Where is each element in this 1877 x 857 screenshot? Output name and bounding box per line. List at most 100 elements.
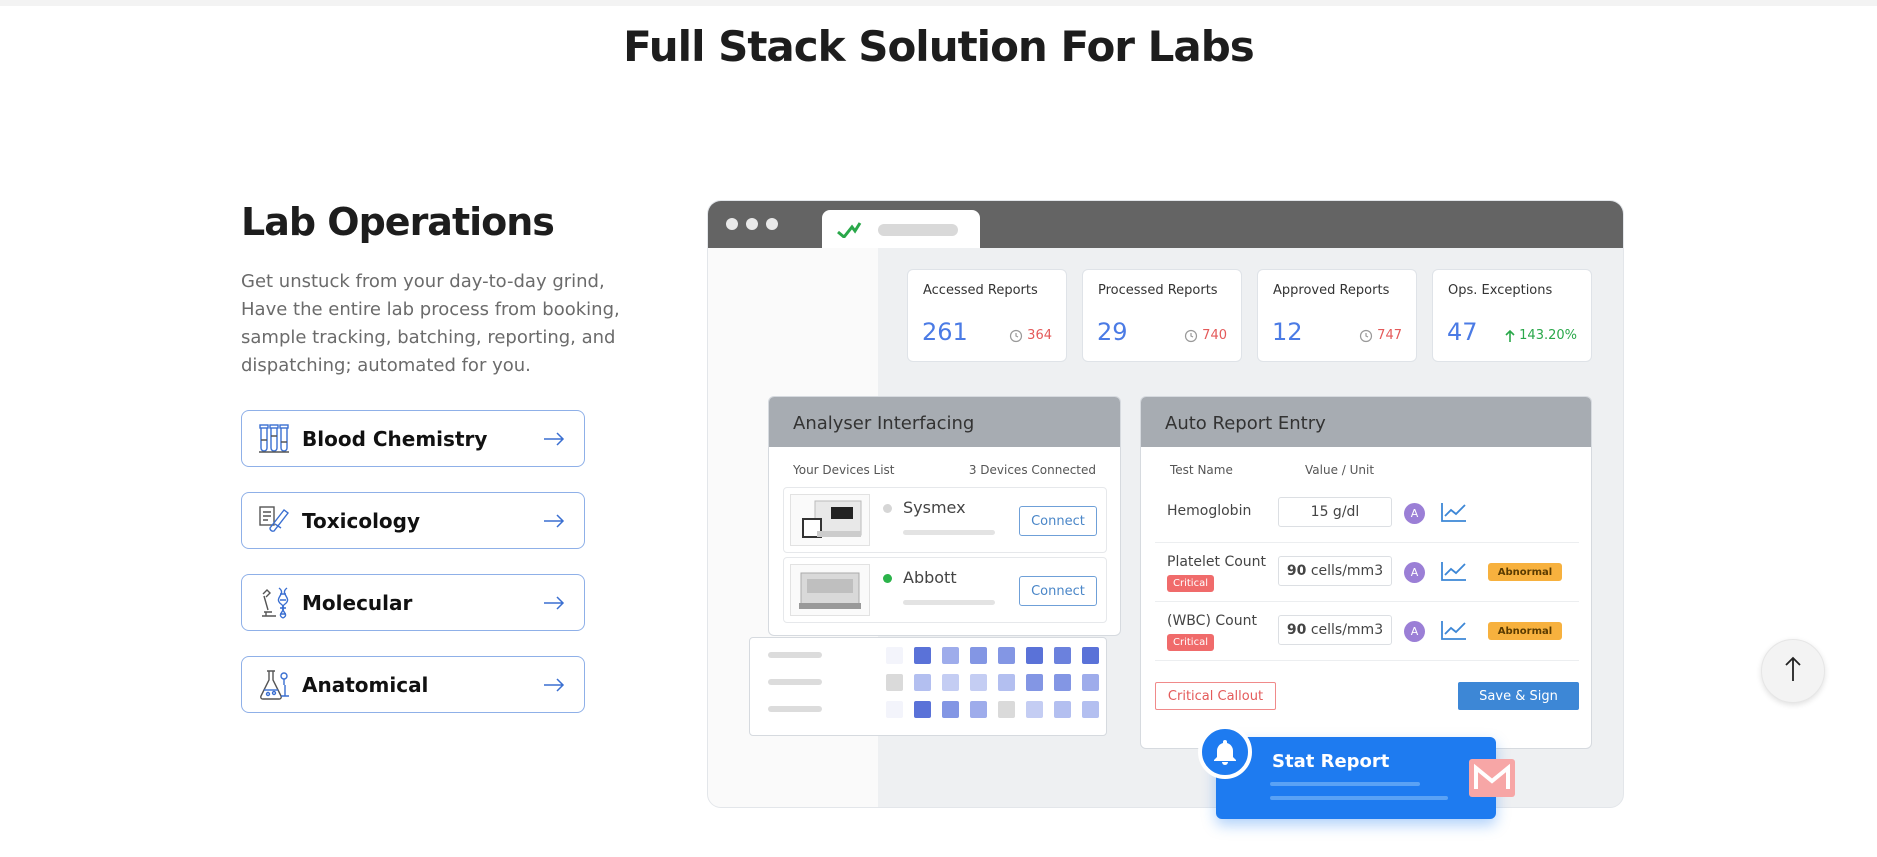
stat-report-title: Stat Report (1272, 751, 1390, 772)
critical-badge: Critical (1167, 634, 1214, 651)
kpi-sub: 747 (1359, 328, 1402, 343)
abnormal-badge: Abnormal (1488, 563, 1562, 581)
kpi-title: Processed Reports (1098, 283, 1218, 298)
auto-report-title: Auto Report Entry (1141, 397, 1591, 447)
kpi-sub-value: 747 (1377, 328, 1402, 343)
column-value-unit: Value / Unit (1305, 463, 1375, 477)
kpi-sub: 143.20% (1505, 328, 1577, 343)
critical-badge: Critical (1167, 575, 1214, 592)
analyser-device-icon (790, 494, 870, 546)
toxicology-button[interactable]: Toxicology (241, 492, 585, 549)
page-title: Full Stack Solution For Labs (623, 22, 1255, 71)
trend-chart-icon[interactable] (1440, 501, 1468, 527)
device-name: Sysmex (903, 498, 966, 517)
arrow-up-icon (1505, 329, 1515, 342)
kpi-card-accessed: Accessed Reports 261 364 (907, 269, 1067, 362)
kpi-value: 29 (1097, 318, 1128, 346)
clock-icon (1360, 329, 1373, 342)
critical-callout-button[interactable]: Critical Callout (1155, 682, 1276, 710)
kpi-sub-value: 143.20% (1519, 328, 1577, 343)
arrow-right-icon (524, 431, 584, 446)
kpi-value: 261 (922, 318, 968, 346)
kpi-sub: 740 (1184, 328, 1227, 343)
arrow-right-icon (524, 513, 584, 528)
avatar: A (1404, 562, 1425, 583)
kpi-title: Accessed Reports (923, 283, 1038, 298)
trend-chart-icon[interactable] (1440, 619, 1468, 645)
analyser-title: Analyser Interfacing (769, 397, 1120, 447)
arrow-right-icon (524, 595, 584, 610)
back-to-top-button[interactable] (1761, 639, 1825, 703)
dna-microscope-icon (256, 585, 292, 621)
kpi-title: Ops. Exceptions (1448, 283, 1553, 298)
connect-button[interactable]: Connect (1019, 576, 1097, 606)
flask-icon (256, 667, 292, 703)
window-dot (726, 218, 738, 230)
value-number: 90 (1286, 622, 1307, 638)
anatomical-button[interactable]: Anatomical (241, 656, 585, 713)
value-input[interactable]: 15 g/dl (1278, 497, 1392, 527)
category-label: Toxicology (302, 508, 421, 533)
avatar: A (1404, 503, 1425, 524)
kpi-sub: 364 (1009, 328, 1052, 343)
analyser-panel: Analyser Interfacing Your Devices List 3… (768, 396, 1121, 636)
report-row: Platelet Count Critical 90 cells/mm3 A A… (1155, 544, 1579, 602)
stat-report-card[interactable]: Stat Report (1216, 737, 1515, 819)
batch-grid-card (749, 637, 1107, 736)
placeholder-line (1270, 796, 1448, 800)
test-tube-clipboard-icon (256, 503, 292, 539)
kpi-sub-value: 740 (1202, 328, 1227, 343)
browser-tab (822, 210, 980, 248)
top-divider (0, 0, 1877, 6)
kpi-card-exceptions: Ops. Exceptions 47 143.20% (1432, 269, 1592, 362)
auto-report-panel: Auto Report Entry Test Name Value / Unit… (1140, 396, 1592, 749)
window-dot (766, 218, 778, 230)
trend-chart-icon[interactable] (1440, 560, 1468, 586)
test-tubes-icon (256, 421, 292, 457)
test-name: Hemoglobin (1167, 503, 1252, 519)
bell-icon (1198, 725, 1252, 779)
column-test-name: Test Name (1170, 463, 1233, 477)
test-name: (WBC) Count (1167, 613, 1257, 629)
kpi-value: 47 (1447, 318, 1478, 346)
clock-icon (1185, 329, 1198, 342)
test-name: Platelet Count (1167, 554, 1267, 570)
category-label: Molecular (302, 590, 413, 615)
value-input[interactable]: 90 cells/mm3 (1278, 615, 1392, 645)
section-title: Lab Operations (241, 200, 555, 244)
report-row: (WBC) Count Critical 90 cells/mm3 A Abno… (1155, 603, 1579, 661)
devices-connected-label: 3 Devices Connected (968, 463, 1096, 477)
avatar: A (1404, 621, 1425, 642)
tab-placeholder (878, 224, 958, 236)
device-name: Abbott (903, 568, 957, 587)
kpi-title: Approved Reports (1273, 283, 1390, 298)
abnormal-badge: Abnormal (1488, 622, 1562, 640)
device-card-abbott: Abbott Connect (783, 557, 1107, 623)
value-number: 90 (1286, 563, 1307, 579)
save-sign-button[interactable]: Save & Sign (1458, 682, 1579, 710)
arrow-up-icon (1784, 656, 1802, 686)
devices-list-label: Your Devices List (793, 463, 895, 477)
device-placeholder-line (903, 530, 995, 535)
value-unit: cells/mm3 (1310, 622, 1384, 638)
category-label: Anatomical (302, 672, 429, 697)
check-icon (836, 220, 862, 242)
molecular-button[interactable]: Molecular (241, 574, 585, 631)
connect-button[interactable]: Connect (1019, 506, 1097, 536)
report-row: Hemoglobin 15 g/dl A (1155, 485, 1579, 543)
device-placeholder-line (903, 600, 995, 605)
mail-icon (1469, 759, 1515, 801)
kpi-card-processed: Processed Reports 29 740 (1082, 269, 1242, 362)
analyser-device-icon (790, 564, 870, 616)
dashboard-mockup: Accessed Reports 261 364 Processed Repor… (707, 200, 1624, 808)
blood-chemistry-button[interactable]: Blood Chemistry (241, 410, 585, 467)
arrow-right-icon (524, 677, 584, 692)
value-unit: cells/mm3 (1310, 563, 1384, 579)
window-dot (746, 218, 758, 230)
placeholder-line (1270, 782, 1420, 786)
kpi-card-approved: Approved Reports 12 747 (1257, 269, 1417, 362)
category-label: Blood Chemistry (302, 426, 488, 451)
browser-bar (708, 201, 1623, 248)
value-input[interactable]: 90 cells/mm3 (1278, 556, 1392, 586)
batch-grid (768, 647, 1099, 718)
